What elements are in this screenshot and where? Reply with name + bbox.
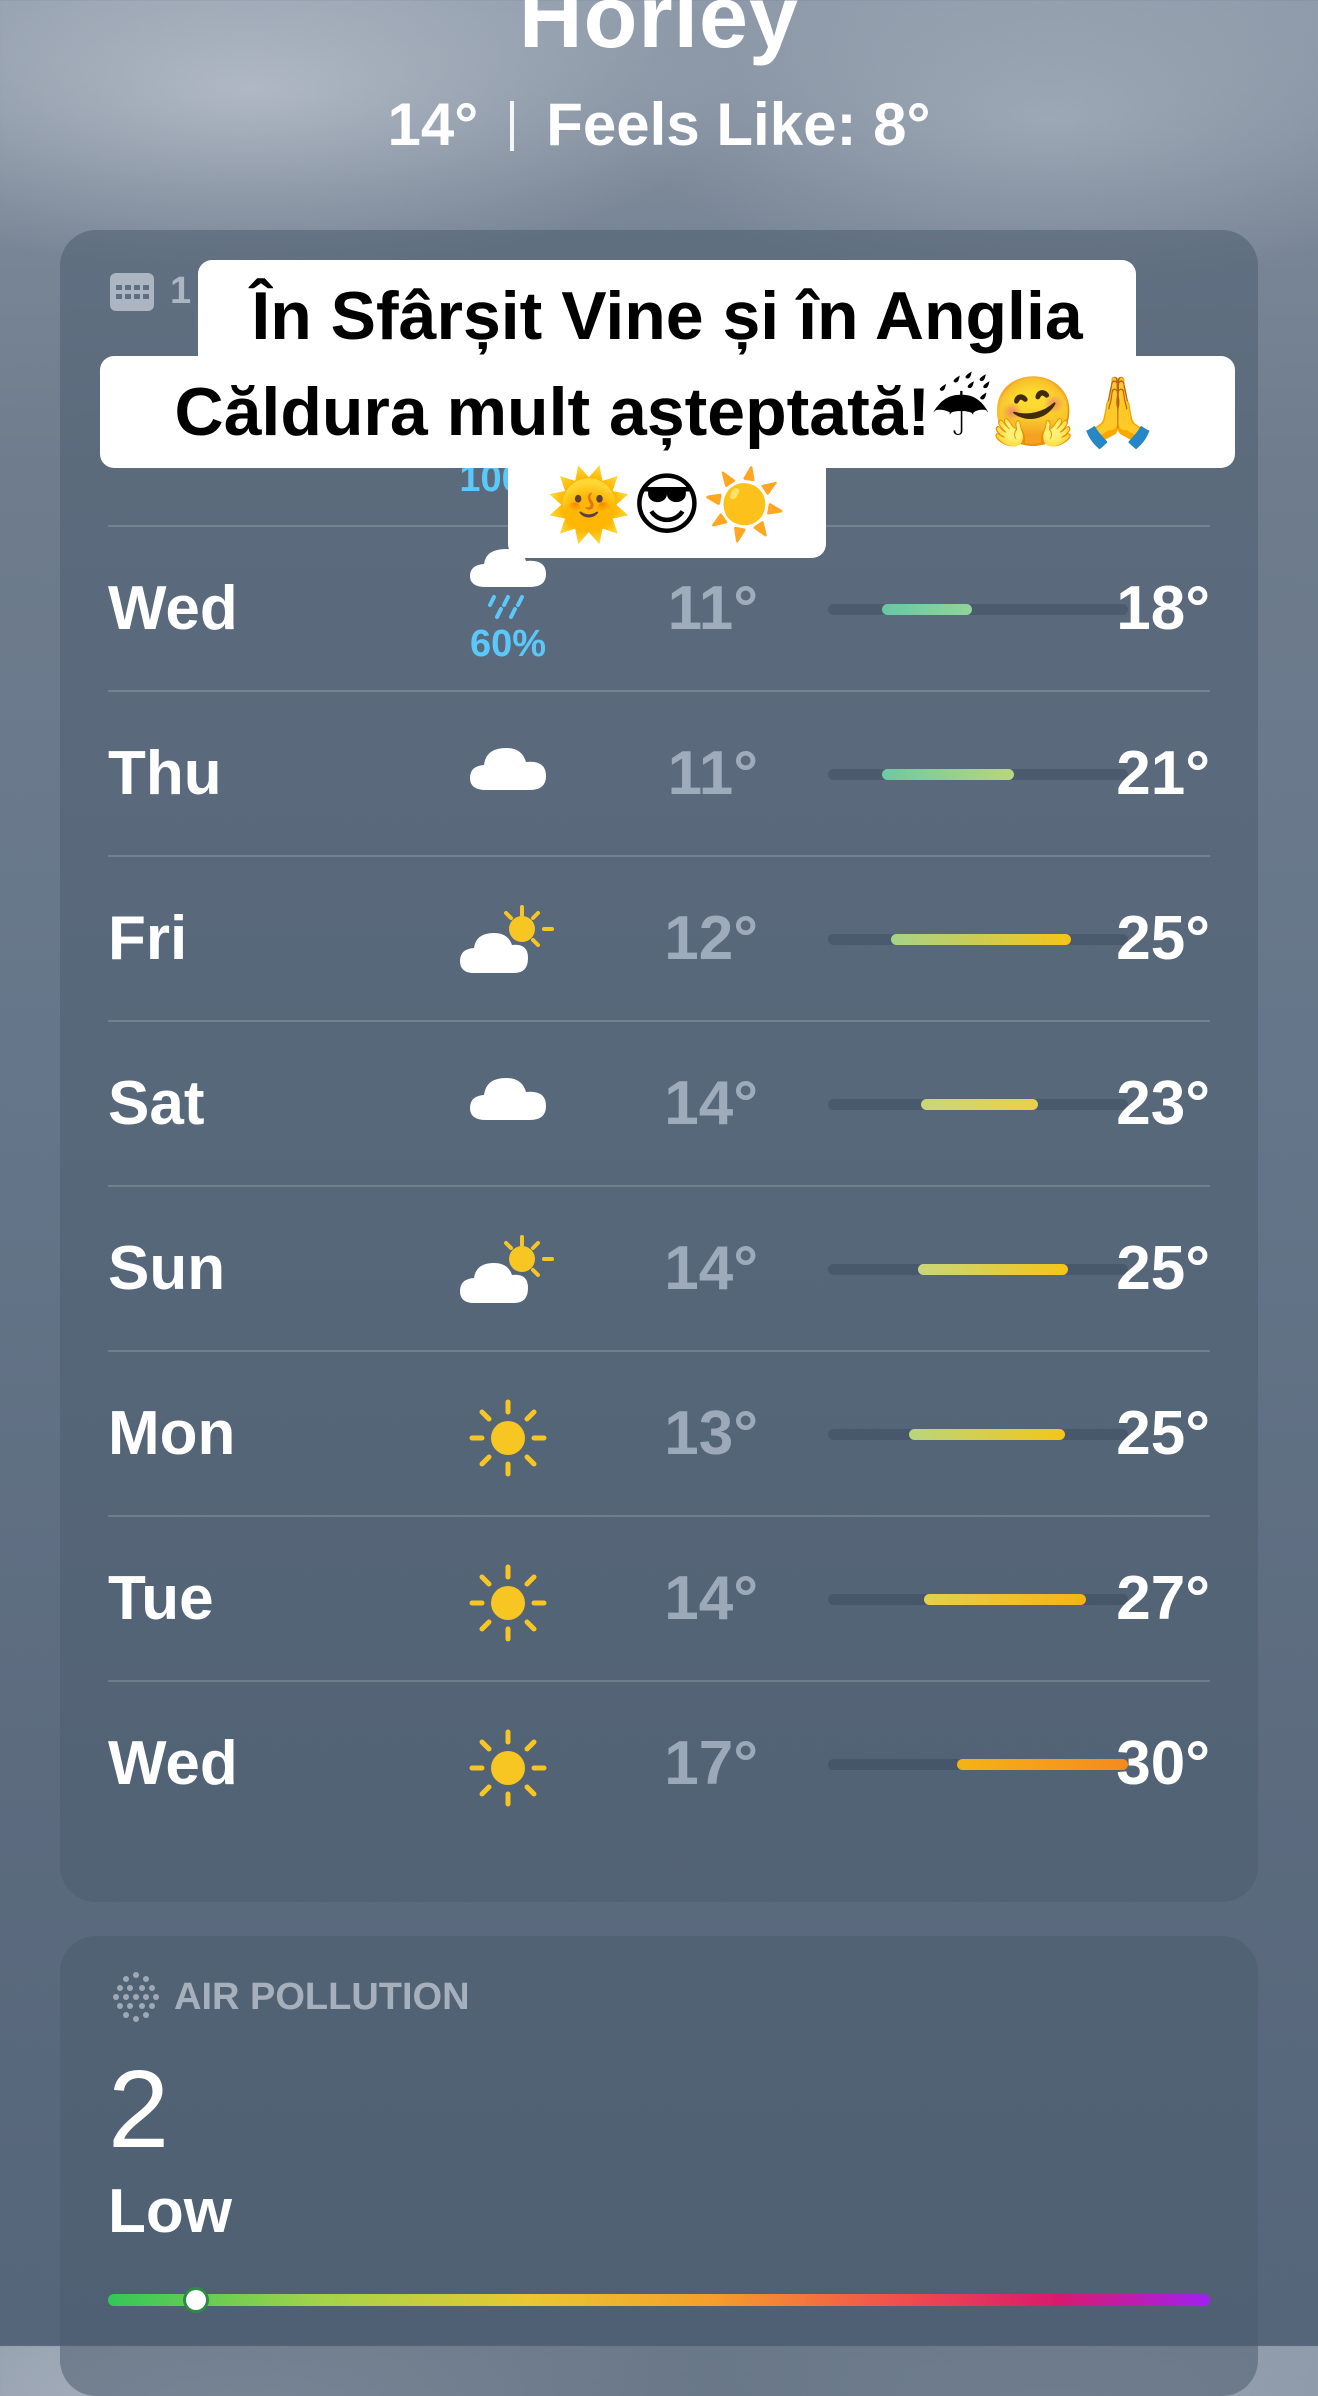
- air-pollution-marker: [186, 2290, 207, 2310]
- temperature-range-fill: [891, 934, 1071, 945]
- high-temperature: 25°: [1116, 904, 1210, 973]
- forecast-row[interactable]: Tue 14° 27°: [108, 1515, 1210, 1680]
- temperature-range-bar: [828, 1594, 1128, 1605]
- forecast-row[interactable]: Mon 13° 25°: [108, 1350, 1210, 1515]
- high-temperature: 27°: [1116, 1564, 1210, 1633]
- air-pollution-level: Low: [108, 2177, 232, 2246]
- separator: [510, 101, 515, 151]
- low-temperature: 11°: [667, 574, 758, 643]
- temperature-range-bar: [828, 1429, 1128, 1440]
- weather-icon-container: [448, 1398, 568, 1528]
- forecast-row[interactable]: Wed 17° 30°: [108, 1680, 1210, 1845]
- weather-icon-container: [448, 903, 568, 1033]
- temperature-range-fill: [882, 769, 1014, 780]
- high-temperature: 25°: [1116, 1399, 1210, 1468]
- weather-icon-container: [448, 738, 568, 868]
- row-divider: [108, 1515, 1210, 1517]
- low-temperature: 12°: [664, 904, 758, 973]
- weather-icon-container: 60%: [448, 545, 568, 675]
- air-pollution-card[interactable]: AIR POLLUTION 2 Low: [60, 1936, 1258, 2396]
- forecast-day: Tue: [108, 1564, 214, 1633]
- low-temperature: 14°: [664, 1069, 758, 1138]
- high-temperature: 21°: [1116, 739, 1210, 808]
- forecast-title: 1: [170, 269, 192, 312]
- temperature-range-fill: [957, 1759, 1128, 1770]
- cloud-icon: [448, 738, 568, 798]
- row-divider: [108, 1185, 1210, 1187]
- high-temperature: 23°: [1116, 1069, 1210, 1138]
- sun-icon: [448, 1398, 568, 1478]
- forecast-day: Wed: [108, 574, 238, 643]
- temperature-range-bar: [828, 934, 1128, 945]
- row-divider: [108, 1350, 1210, 1352]
- temperature-range-bar: [828, 1099, 1128, 1110]
- sun-icon: [448, 1563, 568, 1643]
- weather-icon-container: [448, 1563, 568, 1693]
- temperature-range-fill: [918, 1264, 1068, 1275]
- air-pollution-header: AIR POLLUTION: [108, 1972, 470, 2022]
- temperature-range-bar: [828, 1759, 1128, 1770]
- forecast-row[interactable]: Thu 11° 21°: [108, 690, 1210, 855]
- air-quality-icon: [108, 1969, 164, 2025]
- city-name: Horley: [519, 0, 799, 66]
- caption-line-3: 🌞😎☀️: [508, 452, 826, 558]
- temperature-summary: 14° Feels Like: 8°: [0, 90, 1318, 159]
- low-temperature: 11°: [667, 739, 758, 808]
- temperature-range-fill: [882, 604, 972, 615]
- row-divider: [108, 855, 1210, 857]
- forecast-day: Sat: [108, 1069, 205, 1138]
- high-temperature: 25°: [1116, 1234, 1210, 1303]
- forecast-day: Wed: [108, 1729, 238, 1798]
- temperature-range-fill: [921, 1099, 1038, 1110]
- forecast-header: 1: [108, 266, 191, 316]
- temperature-range-bar: [828, 1264, 1128, 1275]
- temperature-range-fill: [924, 1594, 1086, 1605]
- forecast-day: Fri: [108, 904, 188, 973]
- low-temperature: 14°: [664, 1234, 758, 1303]
- air-pollution-value: 2: [108, 2048, 170, 2171]
- temperature-range-bar: [828, 604, 1128, 615]
- forecast-day: Mon: [108, 1399, 236, 1468]
- high-temperature: 18°: [1116, 574, 1210, 643]
- weather-icon-container: [448, 1728, 568, 1858]
- row-divider: [108, 690, 1210, 692]
- precipitation-chance: 60%: [469, 623, 547, 665]
- sun-icon: [448, 1728, 568, 1808]
- temperature-range-bar: [828, 769, 1128, 780]
- feels-like: Feels Like: 8°: [546, 91, 931, 158]
- low-temperature: 14°: [664, 1564, 758, 1633]
- forecast-day: Thu: [108, 739, 222, 808]
- current-temperature: 14°: [387, 91, 479, 158]
- low-temperature: 13°: [664, 1399, 758, 1468]
- low-temperature: 17°: [664, 1729, 758, 1798]
- forecast-row[interactable]: Fri 12° 25°: [108, 855, 1210, 1020]
- row-divider: [108, 1680, 1210, 1682]
- weather-icon-container: [448, 1233, 568, 1363]
- forecast-day: Sun: [108, 1234, 226, 1303]
- calendar-icon: [108, 269, 156, 313]
- cloud-sun-icon: [448, 903, 568, 979]
- air-pollution-scale: [108, 2290, 1210, 2310]
- weather-icon-container: [448, 1068, 568, 1198]
- cloud-icon: [448, 1068, 568, 1128]
- air-pollution-title: AIR POLLUTION: [174, 1975, 470, 2018]
- high-temperature: 30°: [1116, 1729, 1210, 1798]
- forecast-row[interactable]: Sat 14° 23°: [108, 1020, 1210, 1185]
- forecast-row[interactable]: Sun 14° 25°: [108, 1185, 1210, 1350]
- row-divider: [108, 1020, 1210, 1022]
- cloud-sun-icon: [448, 1233, 568, 1309]
- temperature-range-fill: [909, 1429, 1065, 1440]
